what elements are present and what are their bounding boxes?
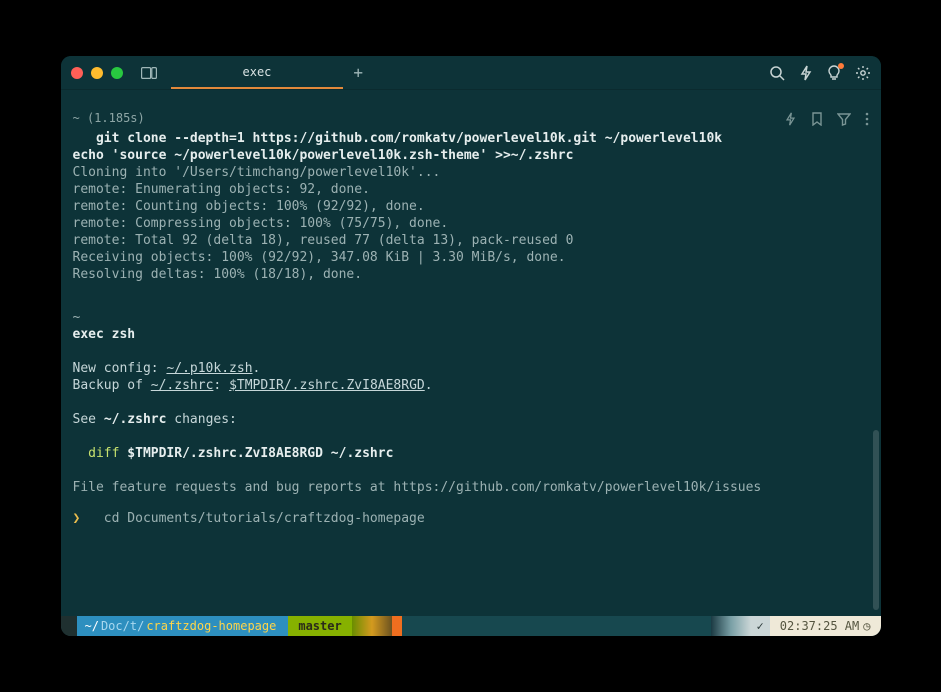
prompt-line: ❯ cd Documents/tutorials/craftzdog-homep… [73,510,869,527]
command-output: New config: ~/.p10k.zsh. [73,360,869,377]
titlebar-actions [769,65,871,81]
block-filter-icon[interactable] [837,112,851,126]
command-output: Cloning into '/Users/timchang/powerlevel… [73,164,869,181]
command-output: diff $TMPDIR/.zshrc.ZvI8AE8RGD ~/.zshrc [73,445,869,462]
new-tab-button[interactable]: + [343,63,373,82]
bolt-icon[interactable] [799,65,813,81]
block-meta: ~ (1.185s) [73,110,145,127]
status-os-segment [61,616,77,636]
status-time-segment: 02:37:25 AM ◷ [770,616,881,636]
command-output: remote: Compressing objects: 100% (75/75… [73,215,869,232]
command-input: exec zsh [73,326,869,343]
tab-active[interactable]: exec [171,56,344,89]
settings-gear-icon[interactable] [855,65,871,81]
clock-icon: ◷ [863,619,870,633]
lightbulb-icon[interactable] [827,65,841,81]
status-divider [392,616,402,636]
block-more-icon[interactable] [865,112,869,126]
tab-label: exec [243,65,272,79]
command-output: remote: Total 92 (delta 18), reused 77 (… [73,232,869,249]
status-gradient [352,616,392,636]
status-ok-segment: ✓ [751,616,770,636]
command-output: File feature requests and bug reports at… [73,479,869,496]
terminal-window: exec + [61,56,881,636]
panels-icon[interactable] [141,67,157,79]
block-bolt-icon[interactable] [784,112,797,126]
command-output: Backup of ~/.zshrc: $TMPDIR/.zshrc.ZvI8A… [73,377,869,394]
command-output: Resolving deltas: 100% (18/18), done. [73,266,869,283]
command-output: remote: Counting objects: 100% (92/92), … [73,198,869,215]
titlebar: exec + [61,56,881,90]
minimize-button[interactable] [91,67,103,79]
terminal-content[interactable]: ~ (1.185s) [61,90,881,616]
command-input: echo 'source ~/powerlevel10k/powerlevel1… [73,147,869,164]
block-meta: ~ [73,309,869,326]
status-gradient-right [711,616,751,636]
status-bar: ~/Doc/t/craftzdog-homepage master ✓ 02:3… [61,616,881,636]
notification-dot [838,63,844,69]
block-bookmark-icon[interactable] [811,112,823,126]
traffic-lights [71,67,123,79]
search-icon[interactable] [769,65,785,81]
status-path-segment: ~/Doc/t/craftzdog-homepage [77,616,289,636]
command-output: remote: Enumerating objects: 92, done. [73,181,869,198]
command-output: Receiving objects: 100% (92/92), 347.08 … [73,249,869,266]
command-output: See ~/.zshrc changes: [73,411,869,428]
command-block-header: ~ (1.185s) [73,110,869,127]
scrollbar[interactable] [873,430,879,610]
tab-bar: exec + [171,56,374,89]
close-button[interactable] [71,67,83,79]
status-git-segment: master [288,616,351,636]
command-input: git clone --depth=1 https://github.com/r… [73,130,869,147]
maximize-button[interactable] [111,67,123,79]
